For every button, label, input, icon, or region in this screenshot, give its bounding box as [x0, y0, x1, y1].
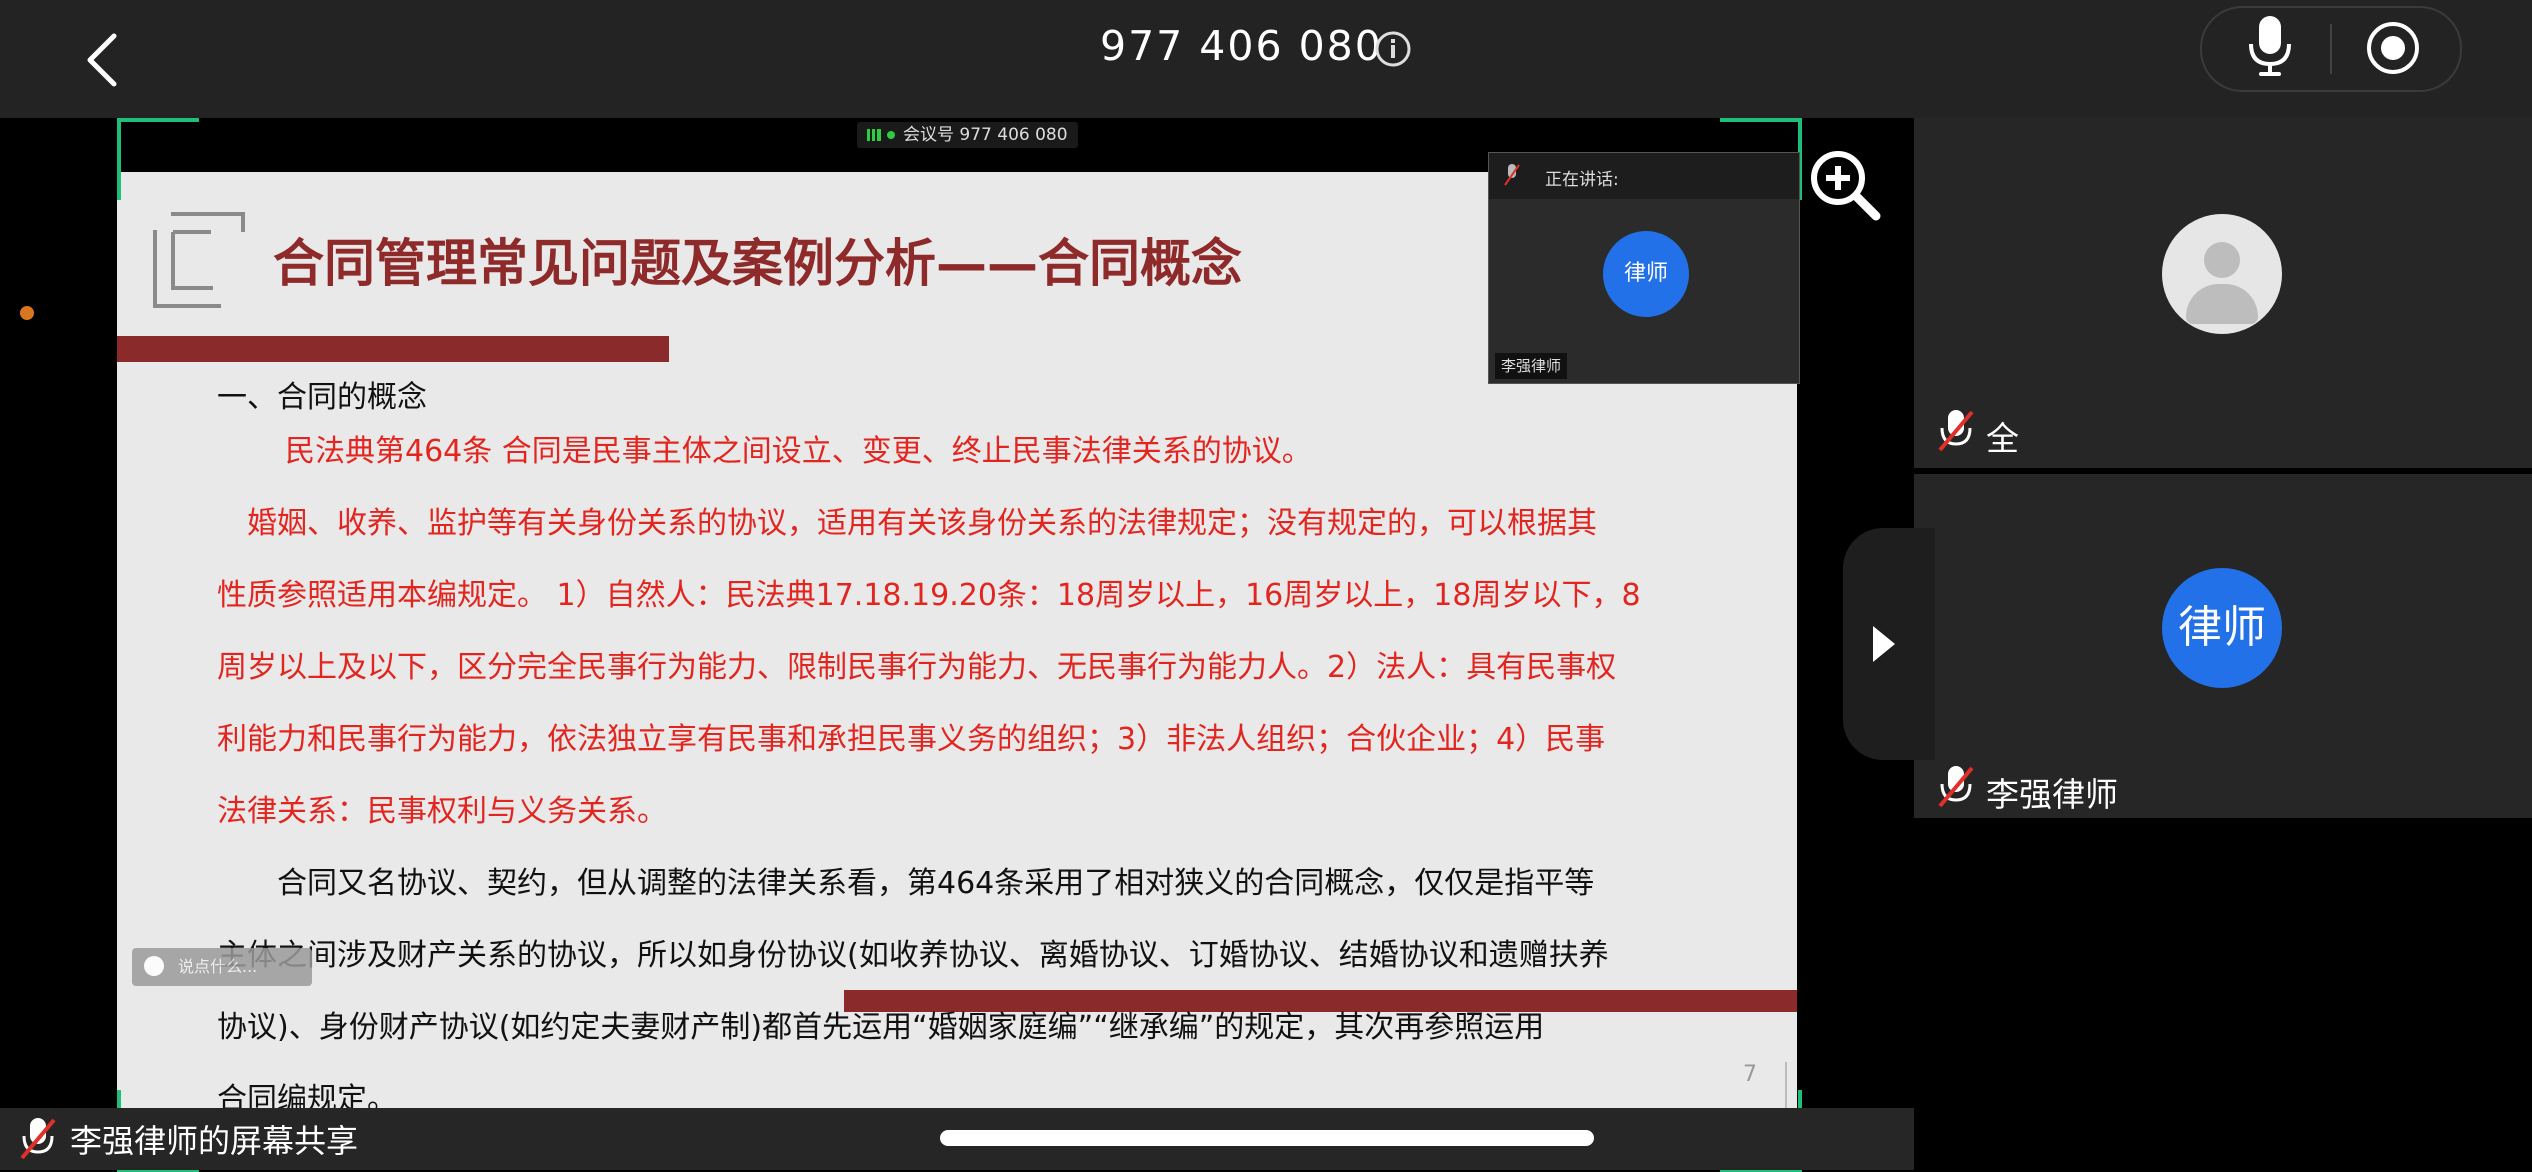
- slide-red-line: 利能力和民事行为能力，依法独立享有民事和承担民事义务的组织；3）非法人组织；合伙…: [217, 722, 1606, 757]
- speaker-name: 李强律师: [1495, 353, 1568, 379]
- back-chevron-icon[interactable]: [78, 30, 130, 90]
- user-body-shape: [2186, 284, 2258, 324]
- meeting-id: 977 406 080: [1100, 22, 1383, 70]
- speaking-label: 正在讲话:: [1545, 170, 1619, 190]
- speaker-avatar: 律师: [1603, 231, 1689, 317]
- meeting-tag: 会议号 977 406 080: [857, 122, 1078, 148]
- status-dot: [20, 306, 34, 320]
- slide-body-line: 协议)、身份财产协议(如约定夫妻财产制)都首先运用“婚姻家庭编”“继承编”的规定…: [217, 1010, 1545, 1045]
- emoji-icon: [144, 956, 164, 976]
- divider: [2330, 24, 2332, 74]
- slide-accent-bar: [117, 336, 669, 362]
- screen-share-label: 李强律师的屏幕共享: [70, 1122, 359, 1160]
- participant-tile[interactable]: 律师 李强律师: [1914, 474, 2532, 818]
- signal-icon: [867, 129, 881, 141]
- meeting-tag-text: 会议号 977 406 080: [903, 125, 1068, 145]
- info-icon[interactable]: [1374, 30, 1412, 68]
- slide-body-line: 主体之间涉及财产关系的协议，所以如身份协议(如收养协议、离婚协议、订婚协议、结婚…: [217, 938, 1609, 973]
- collapse-panel-button[interactable]: [1843, 528, 1935, 760]
- slide-body-line: 合同又名协议、契约，但从调整的法律关系看，第464条采用了相对狭义的合同概念，仅…: [217, 866, 1595, 901]
- audio-record-controls: [2200, 6, 2462, 92]
- record-icon[interactable]: [2365, 20, 2421, 76]
- microphone-icon[interactable]: [2245, 14, 2295, 80]
- say-something-input[interactable]: 说点什么...: [132, 948, 312, 986]
- share-frame-corner: [117, 118, 199, 200]
- muted-mic-icon: [1938, 410, 1974, 452]
- top-bar: 977 406 080: [0, 0, 2532, 118]
- muted-mic-icon: [1504, 164, 1520, 186]
- muted-mic-icon: [1938, 766, 1974, 808]
- slide-logo-icon: [153, 212, 245, 308]
- zoom-in-icon[interactable]: [1806, 146, 1884, 222]
- participant-tile[interactable]: 全: [1914, 118, 2532, 468]
- participant-name: 李强律师: [1986, 775, 2118, 814]
- slide-red-line: 民法典第464条 合同是民事主体之间设立、变更、终止民事法律关系的协议。: [255, 434, 1312, 469]
- active-speaker-header: 正在讲话:: [1489, 153, 1799, 199]
- home-indicator[interactable]: [940, 1130, 1594, 1146]
- active-speaker-panel[interactable]: 正在讲话: 律师 李强律师: [1488, 152, 1800, 384]
- slide-red-line: 法律关系：民事权利与义务关系。: [217, 794, 667, 829]
- slide-red-line: 性质参照适用本编规定。 1）自然人：民法典17.18.19.20条：18周岁以上…: [217, 578, 1641, 613]
- slide-red-line: 周岁以上及以下，区分完全民事行为能力、限制民事行为能力、无民事行为能力人。2）法…: [217, 650, 1617, 685]
- say-something-placeholder: 说点什么...: [178, 957, 258, 976]
- slide-red-line: 婚姻、收养、监护等有关身份关系的协议，适用有关该身份关系的法律规定；没有规定的，…: [217, 506, 1597, 541]
- user-head-shape: [2204, 242, 2240, 278]
- default-user-icon: [2162, 214, 2282, 334]
- connection-dot-icon: [887, 131, 895, 139]
- muted-mic-icon: [20, 1118, 56, 1160]
- participant-avatar: 律师: [2162, 568, 2282, 688]
- slide-title: 合同管理常见问题及案例分析——合同概念: [273, 235, 1243, 294]
- play-arrow-icon: [1873, 626, 1895, 662]
- participant-name: 全: [1986, 419, 2019, 458]
